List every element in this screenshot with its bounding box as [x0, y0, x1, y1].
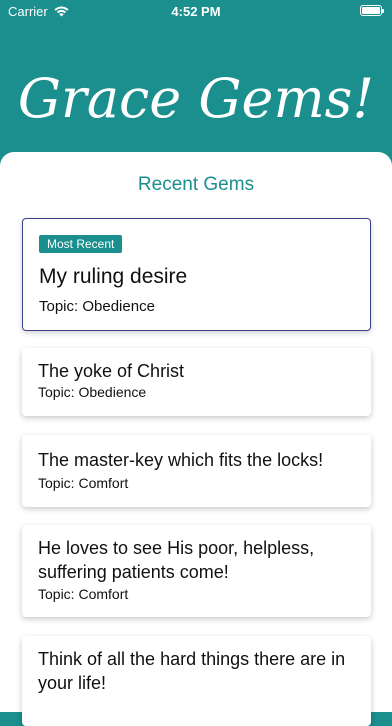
gem-card[interactable]: The yoke of Christ Topic: Obedience [22, 348, 371, 416]
gem-card[interactable]: Think of all the hard things there are i… [22, 636, 371, 726]
gem-title: The master-key which fits the locks! [38, 450, 324, 470]
gem-title: The yoke of Christ [38, 361, 185, 381]
status-time: 4:52 PM [171, 4, 221, 19]
gem-topic: Topic: Obedience [38, 384, 147, 400]
app-title: Grace Gems! [17, 67, 375, 130]
gem-title: Think of all the hard things there are i… [38, 649, 346, 693]
section-title: Recent Gems [137, 174, 255, 195]
featured-gem-card[interactable]: Most Recent My ruling desire Topic: Obed… [22, 218, 371, 331]
gem-topic: Topic: Comfort [38, 586, 129, 602]
content-sheet: Recent Gems Most Recent My ruling desire… [0, 152, 392, 726]
gem-topic: Topic: Obedience [39, 298, 155, 315]
battery-icon [360, 5, 384, 16]
most-recent-badge: Most Recent [39, 235, 123, 253]
gem-topic: Topic: Comfort [38, 475, 129, 491]
gem-card[interactable]: He loves to see His poor, helpless, suff… [22, 525, 371, 617]
status-bar: Carrier 4:52 PM [0, 0, 392, 24]
gem-title: My ruling desire [39, 265, 188, 288]
gem-title: He loves to see His poor, helpless, suff… [38, 538, 315, 582]
gem-card[interactable]: The master-key which fits the locks! Top… [22, 435, 371, 507]
